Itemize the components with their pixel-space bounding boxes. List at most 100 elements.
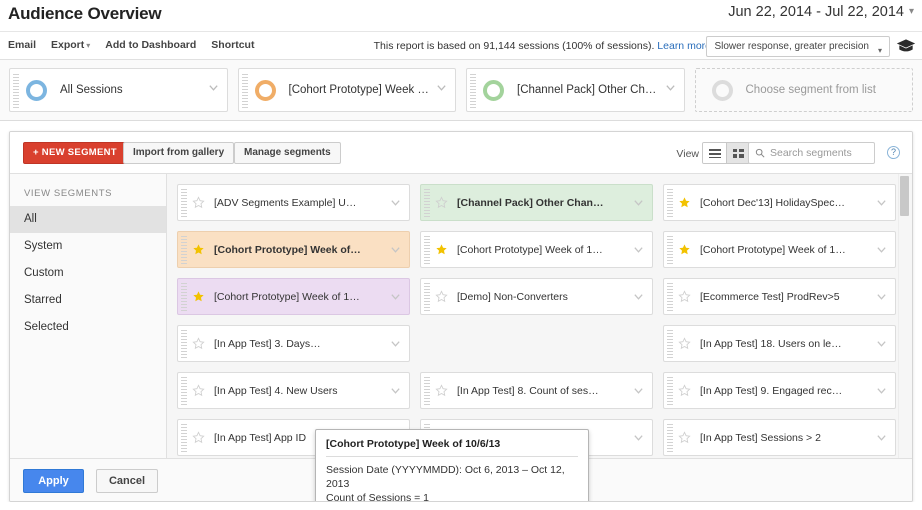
cancel-button[interactable]: Cancel <box>96 469 158 493</box>
search-segments-box[interactable] <box>748 142 875 164</box>
grid-scrollbar-track[interactable] <box>898 174 911 458</box>
chevron-down-icon[interactable] <box>390 197 401 208</box>
segment-card[interactable]: [Channel Pack] Other Chan… <box>420 184 653 221</box>
chevron-down-icon[interactable] <box>390 338 401 349</box>
grid-scrollbar-thumb[interactable] <box>900 176 909 216</box>
segment-chip-channel-pack[interactable]: [Channel Pack] Other Ch… <box>466 68 685 112</box>
chevron-down-icon[interactable] <box>633 291 644 302</box>
chevron-down-icon[interactable] <box>633 432 644 443</box>
drag-handle-icon[interactable] <box>667 189 673 217</box>
chevron-down-icon[interactable] <box>436 82 447 93</box>
chevron-down-icon[interactable] <box>633 197 644 208</box>
chevron-down-icon[interactable] <box>876 385 887 396</box>
star-filled-icon[interactable] <box>678 243 691 256</box>
sidebar-item-selected[interactable]: Selected <box>10 314 166 341</box>
chevron-down-icon[interactable] <box>876 197 887 208</box>
chevron-down-icon[interactable] <box>876 432 887 443</box>
drag-handle-icon[interactable] <box>13 74 19 108</box>
segment-card[interactable]: [In App Test] 8. Count of ses… <box>420 372 653 409</box>
drag-handle-icon[interactable] <box>667 377 673 405</box>
drag-handle-icon[interactable] <box>181 330 187 358</box>
chevron-down-icon[interactable] <box>208 82 219 93</box>
tooltip-line-session-date: Session Date (YYYYMMDD): Oct 6, 2013 – O… <box>326 463 578 491</box>
chevron-down-icon[interactable] <box>390 385 401 396</box>
segment-card[interactable]: [In App Test] 9. Engaged rec… <box>663 372 896 409</box>
segment-card[interactable]: [In App Test] 3. Days… <box>177 325 410 362</box>
drag-handle-icon[interactable] <box>181 283 187 311</box>
chevron-down-icon[interactable] <box>876 291 887 302</box>
star-outline-icon[interactable] <box>435 196 448 209</box>
star-filled-icon[interactable] <box>678 196 691 209</box>
sidebar-item-starred[interactable]: Starred <box>10 287 166 314</box>
email-link[interactable]: Email <box>8 39 36 51</box>
drag-handle-icon[interactable] <box>424 283 430 311</box>
drag-handle-icon[interactable] <box>181 189 187 217</box>
star-outline-icon[interactable] <box>192 337 205 350</box>
star-outline-icon[interactable] <box>678 431 691 444</box>
segment-chip-choose-from-list[interactable]: Choose segment from list <box>695 68 914 112</box>
star-filled-icon[interactable] <box>192 243 205 256</box>
grid-view-button[interactable] <box>726 143 749 163</box>
manage-segments-button[interactable]: Manage segments <box>234 142 341 164</box>
chevron-down-icon[interactable] <box>876 338 887 349</box>
segment-chip-all-sessions[interactable]: All Sessions <box>9 68 228 112</box>
import-from-gallery-button[interactable]: Import from gallery <box>123 142 234 164</box>
add-to-dashboard-link[interactable]: Add to Dashboard <box>105 39 196 51</box>
segment-card[interactable]: [ADV Segments Example] U… <box>177 184 410 221</box>
star-outline-icon[interactable] <box>435 384 448 397</box>
drag-handle-icon[interactable] <box>470 74 476 108</box>
star-outline-icon[interactable] <box>192 431 205 444</box>
sidebar-item-custom[interactable]: Custom <box>10 260 166 287</box>
segment-card[interactable]: [Ecommerce Test] ProdRev>5 <box>663 278 896 315</box>
list-view-button[interactable] <box>703 143 726 163</box>
segment-card[interactable]: [Cohort Prototype] Week of 1… <box>663 231 896 268</box>
shortcut-link[interactable]: Shortcut <box>211 39 254 51</box>
segment-card[interactable]: [Cohort Prototype] Week of 1… <box>420 231 653 268</box>
drag-handle-icon[interactable] <box>424 189 430 217</box>
apply-button[interactable]: Apply <box>23 469 84 493</box>
drag-handle-icon[interactable] <box>424 377 430 405</box>
segment-card[interactable]: [Cohort Prototype] Week of… <box>177 231 410 268</box>
segment-chip-label: [Cohort Prototype] Week … <box>289 84 453 96</box>
segment-card[interactable]: [Cohort Dec'13] HolidaySpec… <box>663 184 896 221</box>
help-icon[interactable]: ? <box>887 146 900 159</box>
segment-card[interactable]: [Demo] Non-Converters <box>420 278 653 315</box>
star-outline-icon[interactable] <box>192 196 205 209</box>
drag-handle-icon[interactable] <box>242 74 248 108</box>
star-filled-icon[interactable] <box>192 290 205 303</box>
graduation-cap-icon[interactable] <box>896 38 916 54</box>
drag-handle-icon[interactable] <box>667 330 673 358</box>
chevron-down-icon[interactable] <box>390 244 401 255</box>
segment-card[interactable]: [In App Test] 4. New Users <box>177 372 410 409</box>
segment-card[interactable]: [In App Test] 18. Users on le… <box>663 325 896 362</box>
star-outline-icon[interactable] <box>678 290 691 303</box>
segment-chip-cohort-prototype[interactable]: [Cohort Prototype] Week … <box>238 68 457 112</box>
learn-more-link[interactable]: Learn more <box>657 40 711 52</box>
chevron-down-icon[interactable] <box>633 385 644 396</box>
drag-handle-icon[interactable] <box>181 424 187 452</box>
chevron-down-icon[interactable] <box>665 82 676 93</box>
star-outline-icon[interactable] <box>192 384 205 397</box>
segment-card[interactable]: [In App Test] Sessions > 2 <box>663 419 896 456</box>
star-outline-icon[interactable] <box>678 337 691 350</box>
drag-handle-icon[interactable] <box>181 236 187 264</box>
drag-handle-icon[interactable] <box>424 236 430 264</box>
export-link[interactable]: Export▾ <box>51 39 90 51</box>
star-outline-icon[interactable] <box>435 290 448 303</box>
sampling-precision-select[interactable]: Slower response, greater precision ▾ <box>706 36 890 57</box>
chevron-down-icon[interactable] <box>876 244 887 255</box>
drag-handle-icon[interactable] <box>667 236 673 264</box>
sidebar-item-all[interactable]: All <box>10 206 166 233</box>
chevron-down-icon[interactable] <box>633 244 644 255</box>
star-outline-icon[interactable] <box>678 384 691 397</box>
date-range-picker[interactable]: Jun 22, 2014 - Jul 22, 2014▾ <box>728 4 914 20</box>
drag-handle-icon[interactable] <box>181 377 187 405</box>
new-segment-button[interactable]: + NEW SEGMENT <box>23 142 127 164</box>
drag-handle-icon[interactable] <box>667 424 673 452</box>
segment-card[interactable]: [Cohort Prototype] Week of 1… <box>177 278 410 315</box>
drag-handle-icon[interactable] <box>667 283 673 311</box>
sidebar-item-system[interactable]: System <box>10 233 166 260</box>
chevron-down-icon[interactable] <box>390 291 401 302</box>
star-filled-icon[interactable] <box>435 243 448 256</box>
search-input[interactable] <box>770 143 870 163</box>
